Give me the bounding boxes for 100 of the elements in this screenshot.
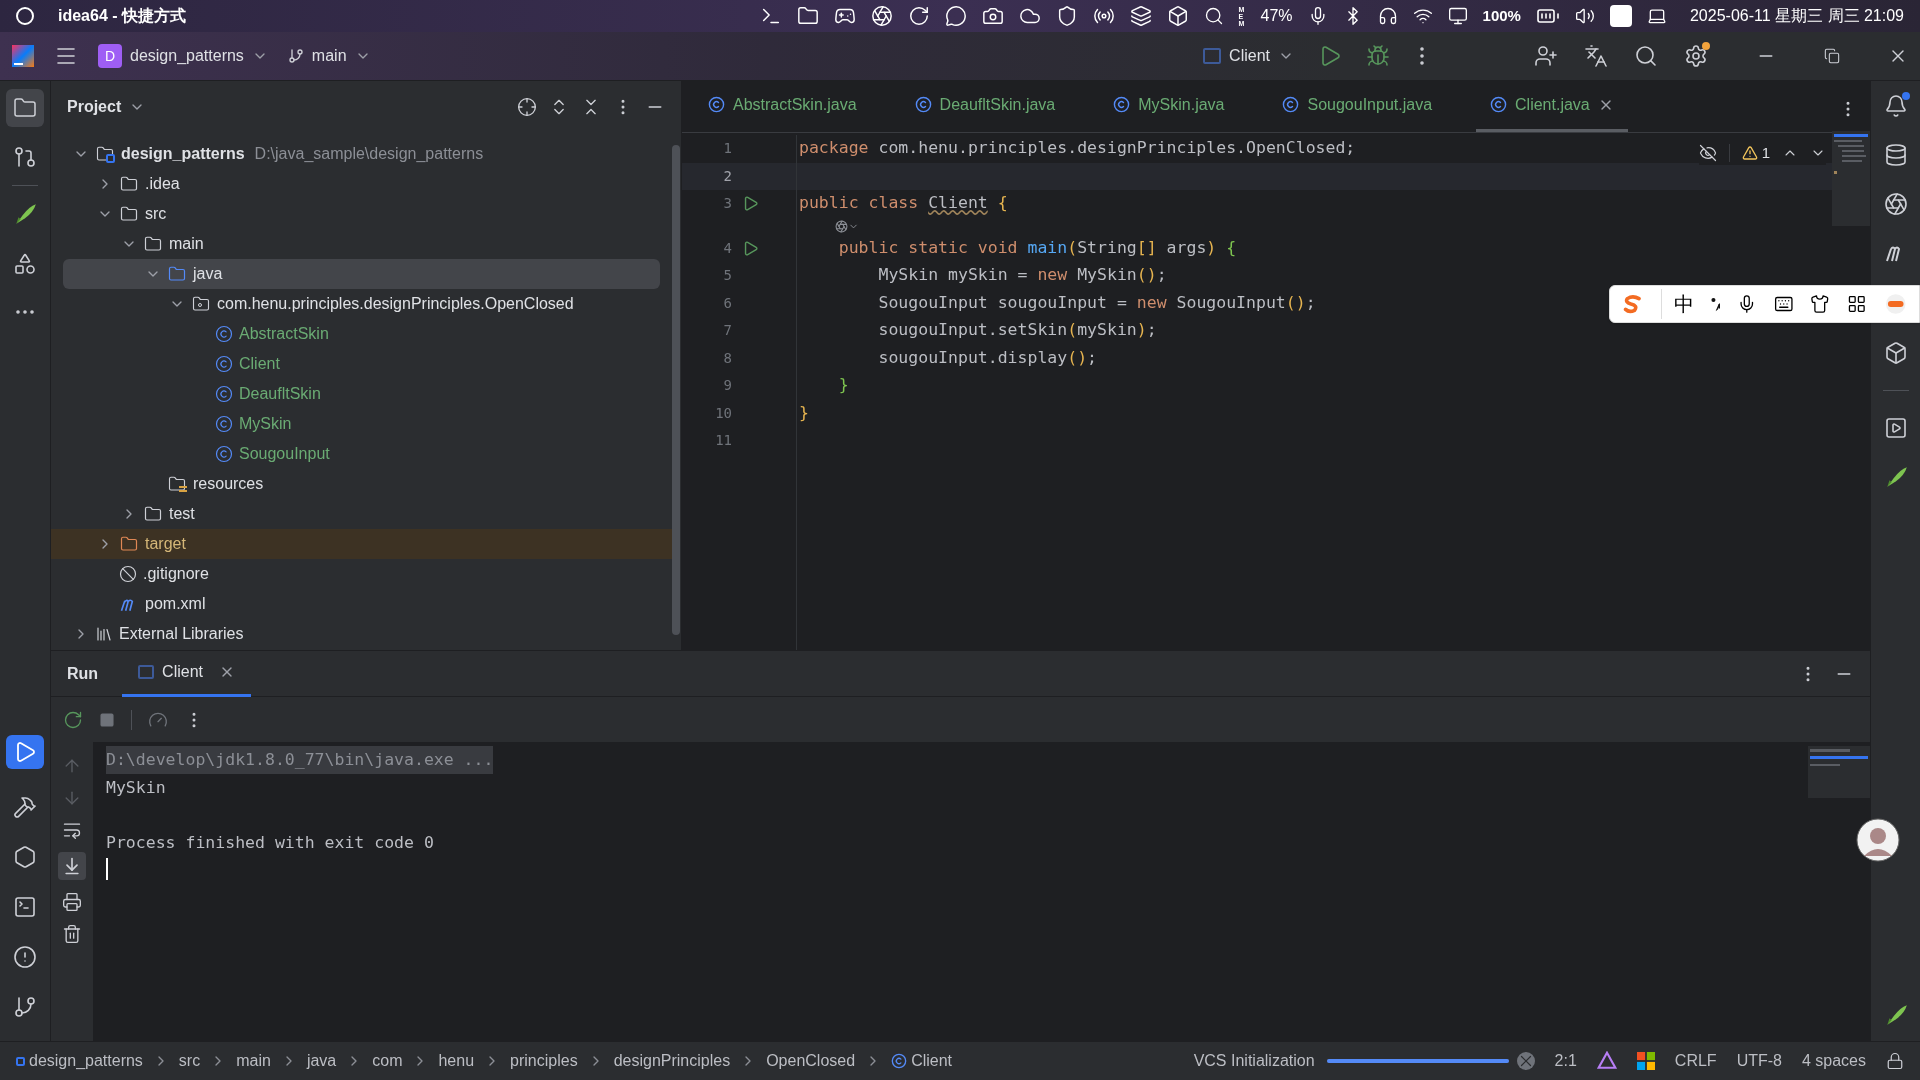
tree-row[interactable]: SougouInput	[63, 439, 660, 469]
breadcrumb[interactable]: src	[178, 1049, 201, 1073]
stop-icon[interactable]	[99, 711, 115, 728]
tray-icon[interactable]	[981, 5, 1004, 27]
tree-row[interactable]: com.henu.principles.designPrinciples.OpenClosed	[63, 289, 660, 319]
tray-icon[interactable]	[1129, 5, 1152, 27]
punctuation-icon[interactable]	[1710, 295, 1721, 313]
run-tool-button[interactable]	[6, 735, 44, 769]
branch-selector[interactable]: main	[287, 44, 371, 68]
panel-title-dropdown[interactable]: Project	[67, 95, 146, 119]
tree-row[interactable]: test	[63, 499, 660, 529]
rerun-icon[interactable]	[63, 709, 83, 730]
tree-row[interactable]: src	[63, 199, 660, 229]
tree-row[interactable]: java	[63, 259, 660, 289]
project-tool-button[interactable]	[6, 89, 44, 127]
breadcrumb[interactable]: main	[236, 1049, 271, 1073]
tree-item-label: resources	[193, 474, 264, 494]
tree-row[interactable]: pom.xml	[63, 589, 660, 619]
tree-row[interactable]: .idea	[63, 169, 660, 199]
add-user-icon[interactable]	[1534, 44, 1558, 68]
file-encoding[interactable]: UTF-8	[1736, 1049, 1782, 1073]
pull-request-icon[interactable]	[13, 145, 37, 169]
tree-row[interactable]: AbstractSkin	[63, 319, 660, 349]
editor-tab[interactable]: SougouInput.java	[1268, 80, 1447, 132]
run-config-selector[interactable]: Client	[1203, 44, 1294, 68]
app-icon[interactable]	[1609, 5, 1632, 27]
tree-row[interactable]: Client	[63, 349, 660, 379]
database-icon[interactable]	[1883, 143, 1908, 167]
services-icon[interactable]	[13, 845, 37, 869]
search-icon[interactable]	[1203, 6, 1224, 26]
tray-icon[interactable]	[870, 5, 893, 27]
terminal-icon[interactable]	[13, 895, 37, 919]
windows-logo-icon[interactable]	[1636, 1052, 1655, 1070]
tree-row[interactable]: main	[63, 229, 660, 259]
settings-icon[interactable]	[1684, 44, 1708, 68]
translate-icon[interactable]	[1584, 44, 1608, 68]
tree-row[interactable]: target	[51, 529, 672, 559]
clear-icon[interactable]	[62, 924, 82, 944]
tree-row[interactable]: External Libraries	[63, 619, 660, 649]
warning-count[interactable]: 1	[1741, 142, 1770, 165]
ai-hint-icon[interactable]	[835, 217, 859, 235]
breadcrumb[interactable]: henu	[438, 1049, 475, 1073]
breadcrumb[interactable]: principles	[510, 1049, 578, 1073]
structure-icon[interactable]	[13, 252, 37, 276]
editor-tab[interactable]: MySkin.java	[1099, 80, 1239, 132]
app-logo-icon[interactable]	[12, 45, 34, 67]
tree-row[interactable]: DeaufltSkin	[63, 379, 660, 409]
tree-item-label: .idea	[145, 174, 180, 194]
breadcrumb[interactable]: OpenClosed	[766, 1049, 856, 1073]
tray-icon[interactable]	[944, 5, 967, 27]
sogou-logo-icon[interactable]	[1622, 293, 1644, 315]
volume-icon[interactable]	[1574, 6, 1595, 26]
breadcrumb[interactable]: com	[372, 1049, 403, 1073]
tray-icon[interactable]	[796, 5, 819, 27]
breadcrumb[interactable]: design_patterns	[29, 1049, 143, 1073]
tree-row[interactable]: resources	[63, 469, 660, 499]
project-selector[interactable]: D design_patterns	[98, 44, 268, 68]
cancel-icon[interactable]	[1516, 1052, 1535, 1070]
locate-icon[interactable]	[517, 97, 537, 117]
line-number: 5	[722, 266, 732, 286]
search-icon[interactable]	[1634, 44, 1658, 68]
skin-icon[interactable]	[1810, 294, 1830, 314]
lock-icon[interactable]	[1886, 1052, 1904, 1070]
reader-mode-icon[interactable]	[1698, 144, 1717, 163]
debug-icon[interactable]	[1366, 44, 1390, 68]
line-separator[interactable]: CRLF	[1674, 1049, 1717, 1073]
editor-tab[interactable]: DeaufltSkin.java	[900, 80, 1070, 132]
document-icon[interactable]	[1883, 416, 1908, 440]
problems-icon[interactable]	[13, 945, 37, 969]
indent-setting[interactable]: 4 spaces	[1801, 1049, 1866, 1073]
plugin-icon[interactable]	[1883, 341, 1908, 365]
input-mode-toggle[interactable]: 中	[1660, 289, 1694, 319]
git-icon[interactable]	[13, 995, 37, 1019]
scroll-to-end-button[interactable]	[58, 852, 86, 880]
scrollbar[interactable]	[672, 145, 680, 635]
keyboard-icon[interactable]	[1773, 294, 1794, 314]
print-icon[interactable]	[62, 892, 82, 912]
toolbox-icon[interactable]	[1847, 294, 1867, 314]
tray-icon[interactable]	[1166, 5, 1189, 27]
editor-tab[interactable]: Client.java	[1476, 80, 1628, 132]
tree-item-label: src	[145, 204, 167, 224]
notifications-icon[interactable]	[1883, 94, 1908, 118]
editor-tab[interactable]: AbstractSkin.java	[694, 80, 871, 132]
breadcrumb[interactable]: java	[306, 1049, 337, 1073]
run-tab[interactable]: Client	[122, 650, 251, 697]
start-icon[interactable]	[16, 7, 34, 25]
plugin-icon[interactable]	[1883, 192, 1908, 216]
tray-icon[interactable]	[907, 5, 930, 27]
restore-icon[interactable]	[1824, 48, 1840, 64]
monitor-icon[interactable]	[1447, 6, 1468, 26]
caret-position[interactable]: 2:1	[1554, 1049, 1577, 1073]
breadcrumb[interactable]: Client	[911, 1049, 953, 1073]
code-line: public class Client {	[799, 192, 1008, 215]
ai-assistant-icon[interactable]	[1596, 1051, 1617, 1071]
tree-row[interactable]: MySkin	[63, 409, 660, 439]
tree-row[interactable]: design_patterns D:\java_sample\design_patterns	[63, 139, 660, 169]
breadcrumb[interactable]: designPrinciples	[613, 1049, 731, 1073]
headphones-icon[interactable]	[1377, 6, 1398, 26]
hammer-icon[interactable]	[13, 795, 37, 819]
tree-row[interactable]: .gitignore	[63, 559, 660, 589]
